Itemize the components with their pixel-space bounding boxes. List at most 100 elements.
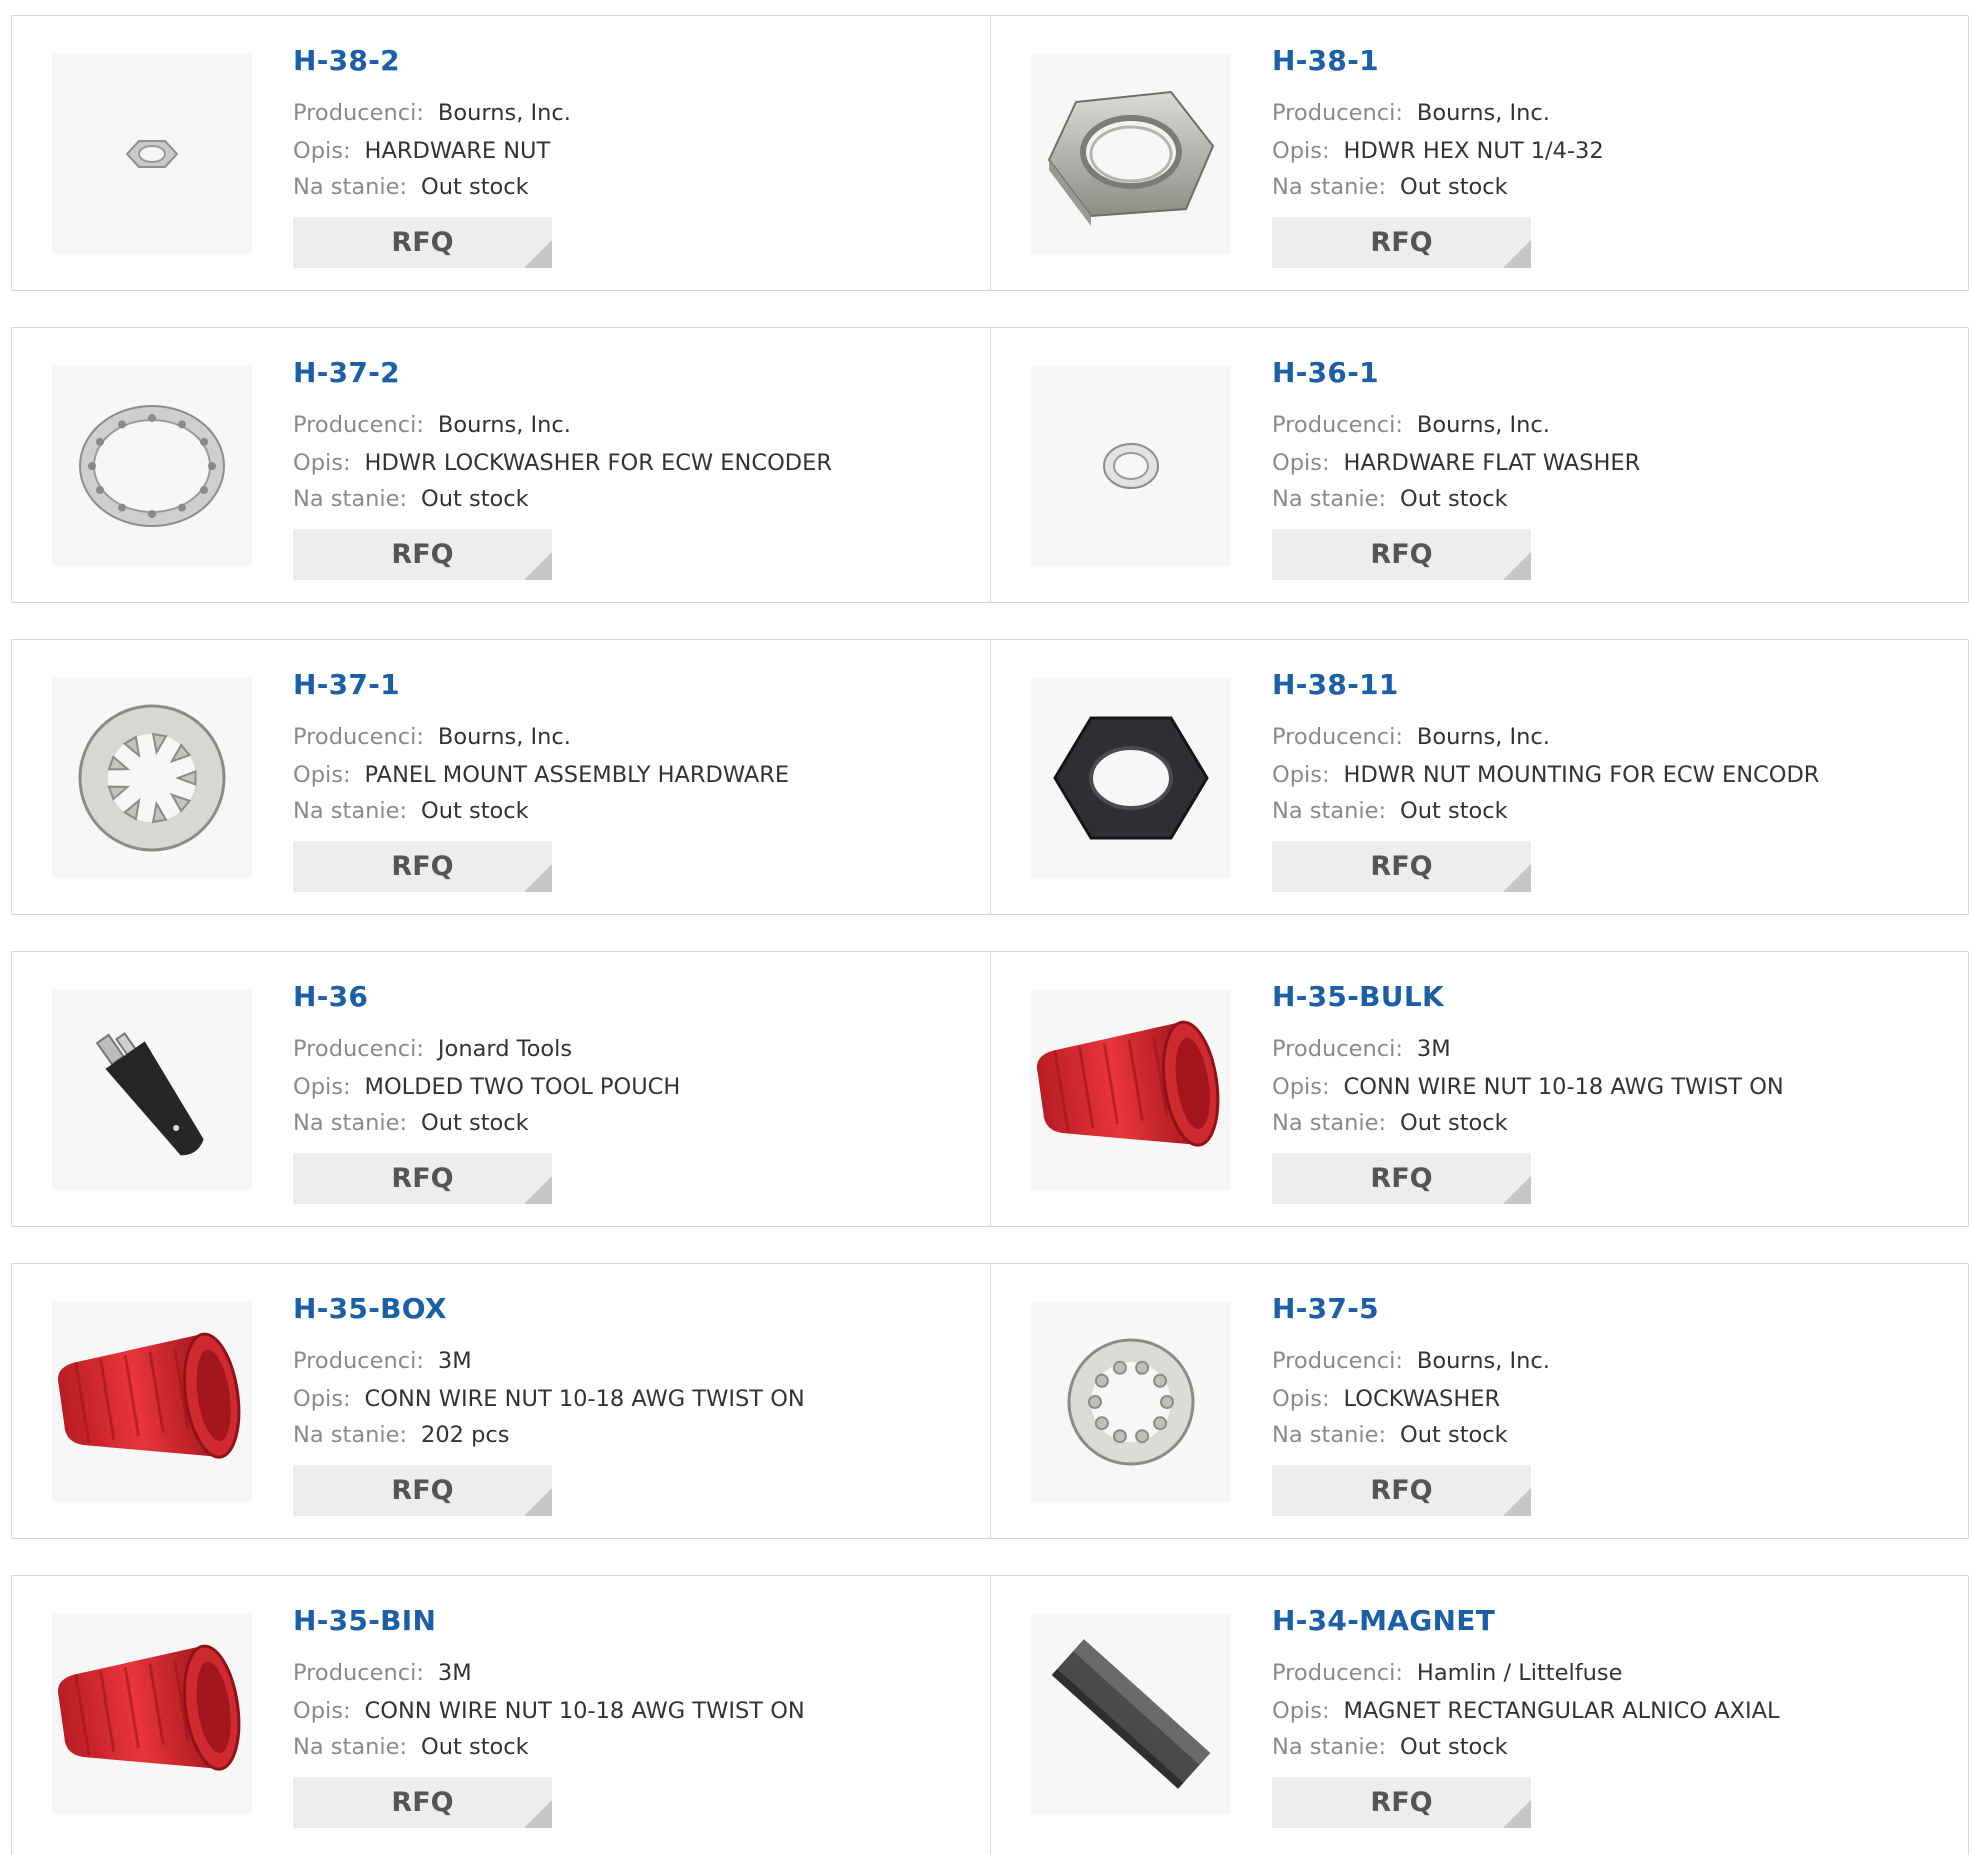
description-row: Opis: HARDWARE FLAT WASHER <box>1272 449 1640 477</box>
description-value: LOCKWASHER <box>1343 1386 1501 1412</box>
part-number-link[interactable]: H-34-MAGNET <box>1272 1604 1495 1637</box>
stock-row: Na stanie: Out stock <box>293 1109 529 1137</box>
manufacturer-value: Bourns, Inc. <box>1416 100 1550 126</box>
rfq-button[interactable]: RFQ <box>1272 217 1531 268</box>
manufacturer-row: Producenci: Bourns, Inc. <box>293 99 571 127</box>
stock-label: Na stanie: <box>1272 174 1387 200</box>
part-number-link[interactable]: H-37-5 <box>1272 1292 1379 1325</box>
product-row: H-37-2 Producenci: Bourns, Inc. Opis: HDWR L… <box>11 327 1969 603</box>
corner-fold-icon <box>1503 240 1531 268</box>
stock-value: Out stock <box>421 1734 529 1760</box>
stock-label: Na stanie: <box>293 1734 408 1760</box>
product-row: H-36 Producenci: Jonard Tools Opis: MOLDED T… <box>11 951 1969 1227</box>
rfq-label: RFQ <box>1370 539 1433 570</box>
rfq-label: RFQ <box>391 1475 454 1506</box>
rfq-button[interactable]: RFQ <box>1272 841 1531 892</box>
manufacturer-value: Jonard Tools <box>437 1036 573 1062</box>
product-card: H-37-5 Producenci: Bourns, Inc. Opis: LOCKWA… <box>991 1264 1969 1538</box>
rfq-button[interactable]: RFQ <box>1272 1777 1531 1828</box>
rfq-button[interactable]: RFQ <box>293 529 552 580</box>
rfq-label: RFQ <box>1370 1163 1433 1194</box>
part-number-link[interactable]: H-35-BIN <box>293 1604 436 1637</box>
rfq-button[interactable]: RFQ <box>293 841 552 892</box>
part-number-link[interactable]: H-37-2 <box>293 356 400 389</box>
product-card: H-37-1 Producenci: Bourns, Inc. Opis: PANEL … <box>12 640 990 914</box>
stock-row: Na stanie: Out stock <box>1272 1733 1508 1761</box>
description-label: Opis: <box>1272 1074 1330 1100</box>
manufacturer-row: Producenci: Bourns, Inc. <box>293 411 571 439</box>
manufacturer-label: Producenci: <box>293 1660 424 1686</box>
rfq-button[interactable]: RFQ <box>293 1465 552 1516</box>
product-image[interactable] <box>1031 366 1231 566</box>
description-row: Opis: CONN WIRE NUT 10-18 AWG TWIST ON <box>293 1385 805 1413</box>
product-image[interactable] <box>1031 1614 1231 1814</box>
product-image[interactable] <box>52 54 252 254</box>
manufacturer-row: Producenci: Bourns, Inc. <box>293 723 571 751</box>
manufacturer-value: Bourns, Inc. <box>1416 412 1550 438</box>
rfq-button[interactable]: RFQ <box>1272 1153 1531 1204</box>
rfq-label: RFQ <box>1370 851 1433 882</box>
manufacturer-row: Producenci: Bourns, Inc. <box>1272 723 1550 751</box>
product-image[interactable] <box>1031 990 1231 1190</box>
product-card: H-36-1 Producenci: Bourns, Inc. Opis: HARDWA… <box>991 328 1969 602</box>
manufacturer-value: Hamlin / Littelfuse <box>1416 1660 1623 1686</box>
product-image[interactable] <box>1031 678 1231 878</box>
stock-value: Out stock <box>1400 174 1508 200</box>
stock-label: Na stanie: <box>293 174 408 200</box>
product-image[interactable] <box>52 366 252 566</box>
rfq-button[interactable]: RFQ <box>293 217 552 268</box>
product-card: H-35-BOX Producenci: 3M Opis: CONN WIRE NUT … <box>12 1264 990 1538</box>
part-number-link[interactable]: H-38-2 <box>293 44 400 77</box>
manufacturer-value: Bourns, Inc. <box>1416 724 1550 750</box>
product-card: H-37-2 Producenci: Bourns, Inc. Opis: HDWR L… <box>12 328 990 602</box>
manufacturer-label: Producenci: <box>1272 1036 1403 1062</box>
description-value: MAGNET RECTANGULAR ALNICO AXIAL <box>1343 1698 1780 1724</box>
rfq-button[interactable]: RFQ <box>1272 529 1531 580</box>
small-hex-nut-icon <box>125 140 179 168</box>
part-number-link[interactable]: H-35-BULK <box>1272 980 1444 1013</box>
rfq-button[interactable]: RFQ <box>1272 1465 1531 1516</box>
manufacturer-row: Producenci: 3M <box>293 1347 472 1375</box>
part-number-link[interactable]: H-35-BOX <box>293 1292 447 1325</box>
red-wire-nut-icon <box>1036 1020 1220 1147</box>
red-wire-nut-icon <box>57 1332 241 1459</box>
rfq-button[interactable]: RFQ <box>293 1777 552 1828</box>
rfq-button[interactable]: RFQ <box>293 1153 552 1204</box>
description-value: HDWR NUT MOUNTING FOR ECW ENCODR <box>1343 762 1820 788</box>
manufacturer-label: Producenci: <box>293 412 424 438</box>
manufacturer-row: Producenci: Bourns, Inc. <box>1272 1347 1550 1375</box>
manufacturer-value: Bourns, Inc. <box>437 724 571 750</box>
stock-value: Out stock <box>421 174 529 200</box>
product-row: H-35-BIN Producenci: 3M Opis: CONN WIRE NUT … <box>11 1575 1969 1855</box>
manufacturer-value: 3M <box>437 1348 472 1374</box>
part-number-link[interactable]: H-36-1 <box>1272 356 1379 389</box>
description-value: PANEL MOUNT ASSEMBLY HARDWARE <box>364 762 790 788</box>
rfq-label: RFQ <box>391 539 454 570</box>
description-row: Opis: MOLDED TWO TOOL POUCH <box>293 1073 680 1101</box>
description-row: Opis: CONN WIRE NUT 10-18 AWG TWIST ON <box>293 1697 805 1725</box>
product-image[interactable] <box>52 678 252 878</box>
tool-pouch-icon <box>95 1032 204 1156</box>
corner-fold-icon <box>1503 552 1531 580</box>
product-card: H-35-BULK Producenci: 3M Opis: CONN WIRE NUT… <box>991 952 1969 1226</box>
part-number-link[interactable]: H-38-11 <box>1272 668 1399 701</box>
stock-value: Out stock <box>421 798 529 824</box>
product-image[interactable] <box>1031 1302 1231 1502</box>
manufacturer-row: Producenci: Jonard Tools <box>293 1035 572 1063</box>
part-number-link[interactable]: H-38-1 <box>1272 44 1379 77</box>
bar-magnet-icon <box>1051 1639 1211 1789</box>
rfq-label: RFQ <box>391 851 454 882</box>
rfq-label: RFQ <box>1370 1475 1433 1506</box>
product-card: H-38-11 Producenci: Bourns, Inc. Opis: HDWR … <box>991 640 1969 914</box>
product-image[interactable] <box>52 1614 252 1814</box>
part-number-link[interactable]: H-36 <box>293 980 368 1013</box>
rfq-label: RFQ <box>391 1787 454 1818</box>
product-row: H-37-1 Producenci: Bourns, Inc. Opis: PANEL … <box>11 639 1969 915</box>
product-image[interactable] <box>1031 54 1231 254</box>
part-number-link[interactable]: H-37-1 <box>293 668 400 701</box>
description-value: HARDWARE NUT <box>364 138 551 164</box>
description-label: Opis: <box>293 1074 351 1100</box>
product-image[interactable] <box>52 1302 252 1502</box>
rfq-label: RFQ <box>1370 227 1433 258</box>
product-image[interactable] <box>52 990 252 1190</box>
